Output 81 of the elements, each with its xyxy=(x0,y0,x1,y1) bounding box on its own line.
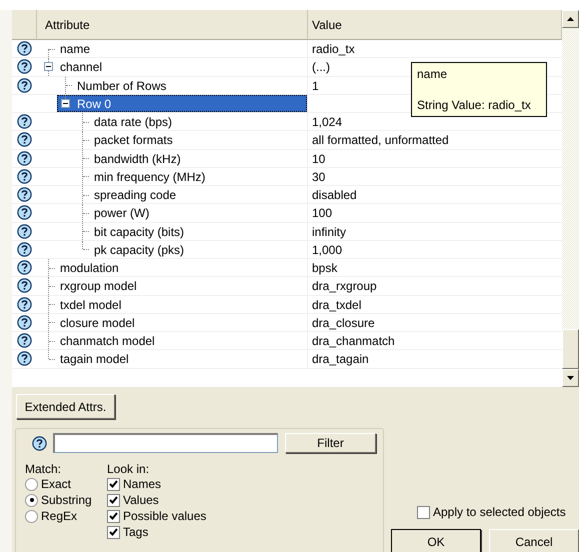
tree-item[interactable]: data rate (bps) xyxy=(91,113,176,130)
value-cell: dra_rxgroup xyxy=(312,279,377,294)
extended-attrs-button[interactable]: Extended Attrs. xyxy=(16,394,115,419)
filter-button[interactable]: Filter xyxy=(285,433,376,453)
value-cell: (...) xyxy=(312,60,330,74)
arrow-up-icon xyxy=(567,17,574,21)
help-icon[interactable] xyxy=(17,351,32,366)
column-header[interactable]: Value xyxy=(308,10,562,40)
help-icon[interactable] xyxy=(17,132,32,148)
help-icon[interactable] xyxy=(17,296,32,312)
header-cell xyxy=(12,10,37,40)
arrow-down-icon xyxy=(567,376,574,380)
apply-checkbox[interactable]: Apply to selected objects xyxy=(417,504,579,520)
look-in-label: Look in: xyxy=(107,462,150,476)
value-cell: 1,000 xyxy=(312,242,342,257)
help-icon[interactable] xyxy=(17,59,32,74)
scrollbar[interactable] xyxy=(562,10,579,387)
value-cell: radio_tx xyxy=(312,42,355,56)
help-icon[interactable] xyxy=(17,187,32,202)
tree-item[interactable]: Row 0 xyxy=(57,94,307,112)
checkbox-option[interactable]: Possible values xyxy=(107,508,247,524)
tree-item[interactable]: min frequency (MHz) xyxy=(91,168,208,185)
tree-item[interactable]: chanmatch model xyxy=(57,332,158,350)
tree-item[interactable]: Number of Rows xyxy=(74,76,170,94)
tree-item[interactable]: name xyxy=(57,40,94,58)
tree-item[interactable]: txdel model xyxy=(57,296,124,313)
help-icon[interactable] xyxy=(17,78,32,93)
tree-item[interactable]: rxgroup model xyxy=(57,277,140,294)
help-icon[interactable] xyxy=(17,278,32,294)
value-cell: 30 xyxy=(312,170,326,184)
tree-item[interactable]: tagain model xyxy=(57,350,132,368)
ok-button[interactable]: OK xyxy=(391,529,481,552)
tree-item[interactable]: spreading code xyxy=(91,186,180,204)
value-cell: dra_txdel xyxy=(312,298,362,312)
radio-option[interactable]: Exact xyxy=(25,476,101,492)
help-icon[interactable] xyxy=(17,260,32,276)
scrollbar-thumb[interactable] xyxy=(562,329,579,369)
value-cell: 10 xyxy=(312,152,326,166)
value-cell: dra_tagain xyxy=(312,352,369,366)
tree-item[interactable]: power (W) xyxy=(91,204,152,222)
scroll-up-button[interactable] xyxy=(562,10,579,28)
tree-item[interactable]: pk capacity (pks) xyxy=(91,240,188,258)
help-icon[interactable] xyxy=(17,114,32,130)
value-cell: disabled xyxy=(312,188,357,202)
tree-item[interactable]: bandwidth (kHz) xyxy=(91,150,184,167)
help-icon[interactable] xyxy=(17,168,32,184)
tooltip-title: name xyxy=(417,67,448,81)
tree-item[interactable]: closure model xyxy=(57,314,138,331)
help-icon[interactable] xyxy=(17,314,32,330)
cancel-button[interactable]: Cancel xyxy=(489,529,579,552)
help-icon[interactable] xyxy=(17,242,32,257)
help-icon[interactable] xyxy=(17,205,32,220)
collapse-icon[interactable] xyxy=(61,98,70,108)
column-header[interactable]: Attribute xyxy=(37,10,308,40)
value-cell: 1,024 xyxy=(312,115,342,129)
tree-item[interactable]: modulation xyxy=(57,259,122,276)
scroll-down-button[interactable] xyxy=(562,369,579,387)
value-cell: 1 xyxy=(312,78,319,92)
tree-item[interactable]: bit capacity (bits) xyxy=(91,222,188,240)
collapse-icon[interactable] xyxy=(44,62,53,72)
radio-option[interactable]: Substring xyxy=(25,492,101,508)
tree-item[interactable]: channel xyxy=(57,58,106,76)
match-label: Match: xyxy=(25,462,62,476)
filter-field[interactable] xyxy=(53,433,278,453)
checkbox-option[interactable]: Values xyxy=(107,492,247,508)
help-icon[interactable] xyxy=(17,150,32,166)
value-cell: all formatted, unformatted xyxy=(312,133,449,148)
value-cell: bpsk xyxy=(312,261,338,275)
checkbox-option[interactable]: Names xyxy=(107,476,247,492)
help-icon[interactable] xyxy=(32,436,47,450)
help-icon[interactable] xyxy=(17,224,32,239)
tree-item[interactable]: packet formats xyxy=(91,131,176,148)
help-icon[interactable] xyxy=(17,333,32,348)
checkbox-option[interactable]: Tags xyxy=(107,524,247,540)
help-icon[interactable] xyxy=(17,41,32,56)
value-cell: 100 xyxy=(312,206,332,220)
tooltip-text: String Value: radio_tx xyxy=(417,98,532,112)
value-cell: dra_chanmatch xyxy=(312,334,395,348)
radio-option[interactable]: RegEx xyxy=(25,508,101,524)
value-cell: infinity xyxy=(312,224,346,238)
value-cell: dra_closure xyxy=(312,316,375,330)
